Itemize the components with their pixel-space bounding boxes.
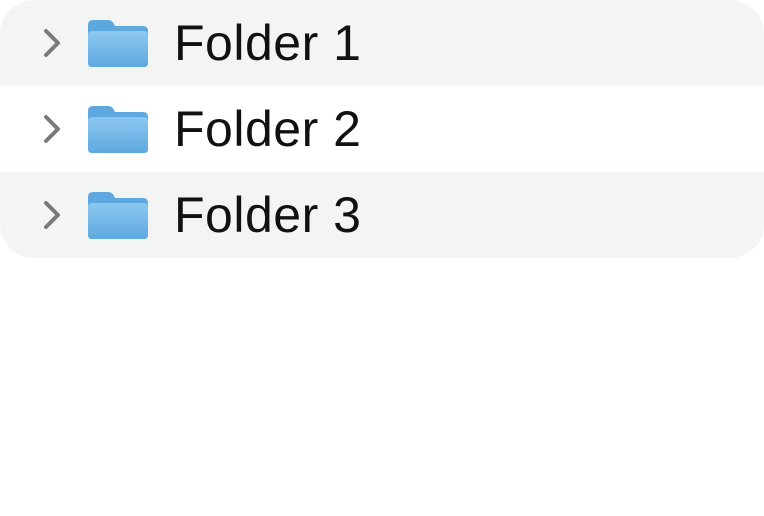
folder-row-3[interactable]: Folder 3 [0, 172, 764, 258]
folder-list: Folder 1 Folder 2 Folder 3 [0, 0, 764, 258]
folder-label: Folder 1 [174, 15, 362, 71]
folder-row-2[interactable]: Folder 2 [0, 86, 764, 172]
folder-icon [86, 17, 150, 69]
folder-label: Folder 3 [174, 187, 362, 243]
folder-label: Folder 2 [174, 101, 362, 157]
chevron-right-icon[interactable] [40, 25, 64, 61]
folder-icon [86, 103, 150, 155]
folder-row-1[interactable]: Folder 1 [0, 0, 764, 86]
chevron-right-icon[interactable] [40, 197, 64, 233]
chevron-right-icon[interactable] [40, 111, 64, 147]
folder-icon [86, 189, 150, 241]
